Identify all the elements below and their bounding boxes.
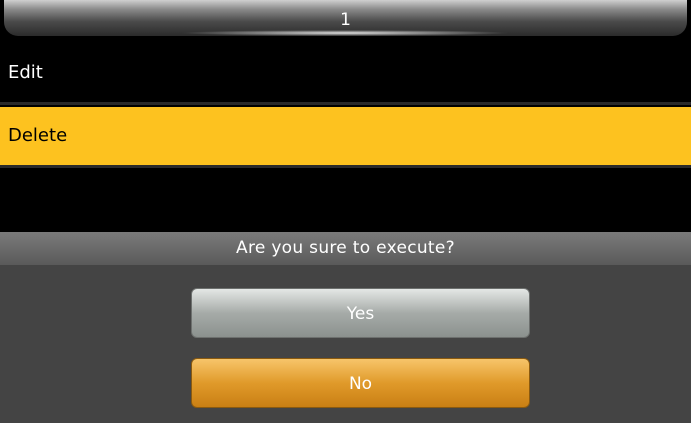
- menu-divider: [0, 165, 691, 168]
- menu-item-delete[interactable]: Delete: [0, 107, 691, 165]
- menu-item-edit[interactable]: Edit: [0, 44, 691, 102]
- confirm-dialog: Are you sure to execute? Yes No: [0, 232, 691, 423]
- menu-divider: [0, 102, 691, 105]
- yes-button[interactable]: Yes: [191, 288, 530, 338]
- page-title: 1: [340, 10, 351, 30]
- no-button[interactable]: No: [191, 358, 530, 408]
- title-bar: 1: [0, 0, 691, 40]
- dialog-message: Are you sure to execute?: [236, 238, 455, 258]
- title-bar-glow: [180, 30, 510, 36]
